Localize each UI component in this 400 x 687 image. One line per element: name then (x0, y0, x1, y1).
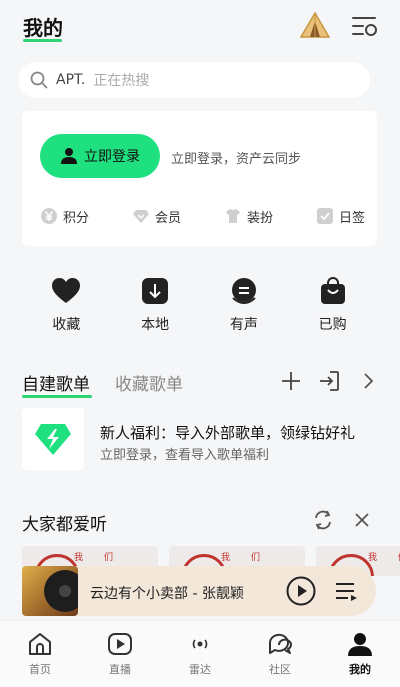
album-art (22, 566, 78, 616)
plus-icon[interactable] (280, 370, 302, 392)
asset-checkin-label: 日签 (338, 210, 365, 226)
quick-local-label: 本地 (141, 317, 170, 333)
recommend-section: 大家都爱听 (22, 508, 377, 535)
quick-favorites-label: 收藏 (52, 317, 81, 333)
quick-favorites[interactable]: 收藏 (31, 276, 101, 336)
diamond-icon (132, 210, 149, 223)
chevron-right-icon[interactable] (360, 371, 376, 391)
play-icon[interactable] (286, 576, 316, 606)
profile-icon (348, 633, 372, 656)
quick-purchased-label: 已购 (318, 317, 347, 333)
quick-actions: 收藏 本地 有声 已购 (22, 276, 377, 336)
now-playing-title: 云边有个小卖部 - 张靓颖 (90, 586, 244, 602)
title-underline (23, 39, 62, 42)
checkin-icon (316, 208, 333, 224)
heart-icon (52, 278, 81, 303)
refresh-icon[interactable] (312, 508, 334, 532)
quick-audio-label: 有声 (229, 317, 258, 333)
shirt-icon (225, 209, 240, 223)
asset-vip[interactable]: 会员 (132, 205, 181, 227)
cover-text-b: 们 (104, 553, 114, 563)
tab-community[interactable]: 社区 (250, 621, 310, 687)
quick-local[interactable]: 本地 (120, 276, 190, 336)
playlist-tabs: 自建歌单 收藏歌单 (22, 370, 382, 400)
quick-purchased[interactable]: 已购 (298, 276, 368, 336)
import-icon[interactable] (318, 370, 340, 392)
home-icon (29, 633, 51, 655)
tab-profile-label: 我的 (349, 663, 371, 676)
tab-radar-label: 雷达 (189, 663, 211, 676)
tent-icon[interactable] (300, 12, 330, 38)
tab-radar[interactable]: 雷达 (170, 621, 230, 687)
cover-text-a: 我 (368, 553, 378, 563)
radar-icon (192, 639, 208, 649)
promo-thumbnail (22, 408, 84, 470)
asset-vip-label: 会员 (154, 210, 181, 226)
asset-row: 积分 会员 装扮 日签 (40, 205, 365, 227)
tab-live[interactable]: 直播 (90, 621, 150, 687)
tab-community-label: 社区 (269, 663, 291, 676)
bag-icon (320, 277, 345, 304)
community-icon (268, 633, 292, 654)
quick-audio[interactable]: 有声 (209, 276, 279, 336)
user-icon (61, 148, 77, 164)
audiobook-icon (231, 278, 256, 304)
cover-text-a: 我 (74, 553, 84, 563)
login-button[interactable]: 立即登录 (40, 134, 160, 178)
tab-live-label: 直播 (109, 663, 131, 676)
promo-title: 新人福利：导入外部歌单，领绿钻好礼 (100, 424, 356, 442)
bottom-tab-bar: 首页 直播 雷达 社区 我的 (0, 620, 400, 687)
playlist-queue-icon[interactable] (334, 579, 358, 603)
download-icon (142, 278, 169, 304)
recommend-title: 大家都爱听 (22, 515, 107, 535)
header: 我的 (0, 0, 400, 56)
green-diamond-icon (35, 424, 71, 455)
tab-home-label: 首页 (29, 663, 51, 676)
tab-home[interactable]: 首页 (10, 621, 70, 687)
vinyl-center (59, 585, 71, 597)
search-bar[interactable]: APT. 正在热搜 (18, 62, 370, 98)
tab-underline (22, 395, 92, 398)
live-icon (108, 633, 132, 655)
yen-icon (41, 208, 57, 224)
asset-dress[interactable]: 装扮 (224, 205, 273, 227)
cover-text-b: 们 (251, 553, 261, 563)
asset-points-label: 积分 (63, 210, 90, 226)
asset-checkin[interactable]: 日签 (316, 205, 365, 227)
menu-settings-icon[interactable] (351, 14, 379, 38)
search-keyword: APT. (56, 72, 86, 88)
tab-collected-playlists[interactable]: 收藏歌单 (115, 370, 183, 395)
mini-player[interactable]: 云边有个小卖部 - 张靓颖 (22, 566, 376, 616)
tab-created-playlists[interactable]: 自建歌单 (22, 370, 90, 395)
page-title: 我的 (23, 16, 63, 40)
login-button-label: 立即登录 (84, 149, 140, 165)
login-card: 立即登录 立即登录，资产云同步 积分 会员 装扮 日签 (22, 111, 377, 246)
tab-profile[interactable]: 我的 (330, 621, 390, 687)
search-icon (30, 71, 48, 89)
promo-subtitle: 立即登录，查看导入歌单福利 (100, 448, 270, 463)
cover-text-a: 我 (221, 553, 231, 563)
search-hint: 正在热搜 (93, 73, 150, 89)
asset-dress-label: 装扮 (246, 210, 273, 226)
asset-points[interactable]: 积分 (40, 205, 89, 227)
close-icon[interactable] (353, 511, 371, 529)
login-hint: 立即登录，资产云同步 (171, 152, 302, 167)
import-promo[interactable]: 新人福利：导入外部歌单，领绿钻好礼 立即登录，查看导入歌单福利 (22, 408, 382, 470)
